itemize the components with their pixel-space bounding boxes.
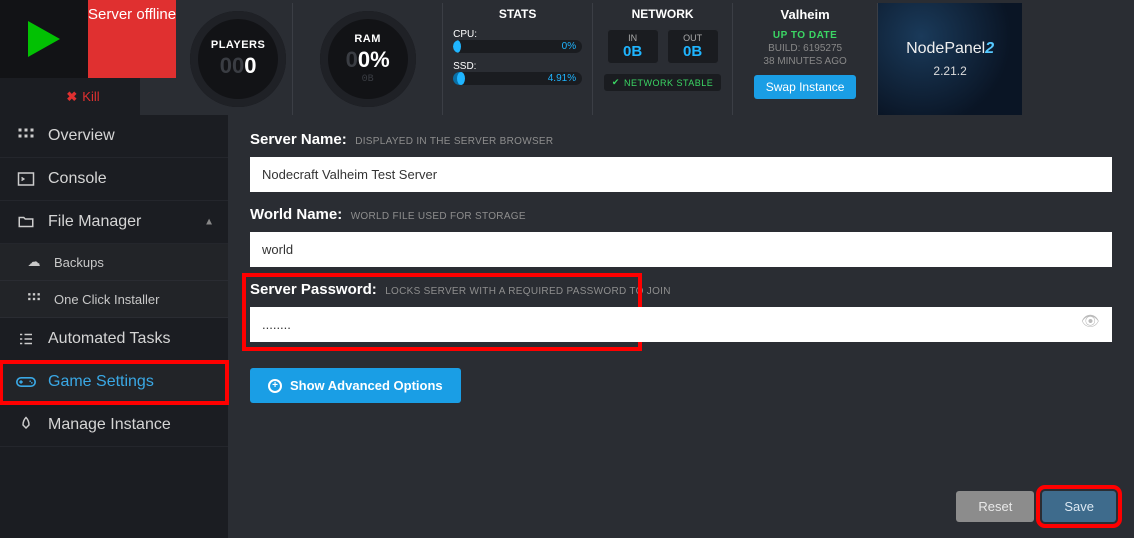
- sidebar-item-label: Overview: [48, 127, 115, 145]
- brand-version: 2.21.2: [933, 64, 966, 78]
- ram-label: RAM: [354, 33, 381, 45]
- out-label: OUT: [668, 33, 718, 43]
- server-name-label: Server Name:: [250, 131, 347, 148]
- swap-instance-button[interactable]: Swap Instance: [754, 75, 857, 99]
- up-to-date-badge: UP TO DATE: [741, 30, 869, 41]
- game-name: Valheim: [741, 7, 869, 22]
- network-title: NETWORK: [601, 7, 724, 21]
- cpu-label: CPU:: [453, 29, 582, 40]
- close-icon: ✖: [66, 89, 77, 105]
- sidebar-item-label: File Manager: [48, 213, 141, 231]
- plus-circle-icon: +: [268, 379, 282, 393]
- main-content: Server Name: DISPLAYED IN THE SERVER BRO…: [228, 115, 1134, 538]
- build-label: BUILD: 6195275: [741, 43, 869, 54]
- grid-icon: [24, 289, 44, 309]
- game-panel: Valheim UP TO DATE BUILD: 6195275 38 MIN…: [733, 3, 878, 115]
- network-panel: NETWORK IN 0B OUT 0B ✔ NETWORK STABLE: [593, 3, 733, 115]
- password-group: Server Password: LOCKS SERVER WITH A REQ…: [250, 281, 1112, 342]
- players-gauge: PLAYERS 0: [184, 3, 293, 115]
- build-time: 38 MINUTES AGO: [741, 56, 869, 67]
- world-name-hint: WORLD FILE USED FOR STORAGE: [351, 211, 526, 222]
- advanced-label: Show Advanced Options: [290, 378, 443, 393]
- ram-sub: 0B: [362, 74, 374, 85]
- gamepad-icon: [16, 372, 36, 392]
- sidebar-item-one-click[interactable]: One Click Installer: [0, 281, 228, 318]
- sidebar-item-game-settings[interactable]: Game Settings: [0, 361, 228, 404]
- in-value: 0B: [608, 43, 658, 60]
- check-icon: ✔: [612, 77, 620, 88]
- in-label: IN: [608, 33, 658, 43]
- reset-button[interactable]: Reset: [956, 491, 1034, 522]
- brand-panel: NodePanel2 2.21.2: [878, 3, 1022, 115]
- ram-value: 0%: [358, 47, 390, 72]
- ssd-label: SSD:: [453, 61, 582, 72]
- password-input[interactable]: [250, 307, 1112, 342]
- sidebar-item-label: Automated Tasks: [48, 330, 170, 348]
- terminal-icon: [16, 169, 36, 189]
- network-in: IN 0B: [607, 29, 659, 64]
- world-name-input[interactable]: [250, 232, 1112, 267]
- sidebar-item-file-manager[interactable]: File Manager ▲: [0, 201, 228, 244]
- out-value: 0B: [668, 43, 718, 60]
- start-button[interactable]: [0, 0, 88, 78]
- password-hint: LOCKS SERVER WITH A REQUIRED PASSWORD TO…: [385, 286, 671, 297]
- kill-label: Kill: [82, 89, 99, 104]
- sidebar-item-manage-instance[interactable]: Manage Instance: [0, 404, 228, 447]
- sidebar-item-label: Backups: [54, 255, 104, 270]
- sidebar-item-label: Manage Instance: [48, 416, 171, 434]
- brand-name: NodePanel2: [906, 40, 994, 58]
- save-button[interactable]: Save: [1042, 491, 1116, 522]
- world-name-group: World Name: WORLD FILE USED FOR STORAGE: [250, 206, 1112, 267]
- restart-button[interactable]: Restart: [0, 78, 26, 115]
- sidebar-item-backups[interactable]: ☁ Backups: [0, 244, 228, 281]
- sidebar-item-overview[interactable]: Overview: [0, 115, 228, 158]
- folder-icon: [16, 212, 36, 232]
- cpu-value: 0%: [562, 40, 576, 53]
- server-name-group: Server Name: DISPLAYED IN THE SERVER BRO…: [250, 131, 1112, 192]
- sidebar-item-automated-tasks[interactable]: Automated Tasks: [0, 318, 228, 361]
- world-name-label: World Name:: [250, 206, 342, 223]
- server-name-input[interactable]: [250, 157, 1112, 192]
- network-stable-label: NETWORK STABLE: [624, 78, 713, 88]
- sidebar-item-label: Console: [48, 170, 107, 188]
- rocket-icon: [16, 415, 36, 435]
- cloud-icon: ☁: [24, 252, 44, 272]
- sidebar-item-label: Game Settings: [48, 373, 154, 391]
- sidebar: Overview Console File Manager ▲ ☁ Backup…: [0, 115, 228, 538]
- ram-gauge: RAM 0% 0B: [293, 3, 443, 115]
- ssd-value: 4.91%: [548, 72, 576, 85]
- eye-icon[interactable]: 👁: [1081, 312, 1100, 330]
- sidebar-item-console[interactable]: Console: [0, 158, 228, 201]
- network-stable-badge: ✔ NETWORK STABLE: [604, 74, 721, 91]
- stats-panel: STATS CPU: 0% SSD: 4.91%: [443, 3, 593, 115]
- network-out: OUT 0B: [667, 29, 719, 64]
- chevron-up-icon: ▲: [204, 217, 214, 228]
- kill-button[interactable]: ✖ Kill: [26, 78, 140, 115]
- stats-title: STATS: [453, 7, 582, 21]
- sidebar-item-label: One Click Installer: [54, 292, 159, 307]
- server-status: Server offline: [88, 0, 176, 78]
- password-label: Server Password:: [250, 281, 377, 298]
- show-advanced-button[interactable]: + Show Advanced Options: [250, 368, 461, 403]
- server-name-hint: DISPLAYED IN THE SERVER BROWSER: [355, 136, 553, 147]
- players-value: 0: [244, 53, 256, 78]
- tasks-icon: [16, 329, 36, 349]
- players-label: PLAYERS: [211, 39, 265, 51]
- grid-icon: [16, 126, 36, 146]
- play-icon: [28, 21, 60, 57]
